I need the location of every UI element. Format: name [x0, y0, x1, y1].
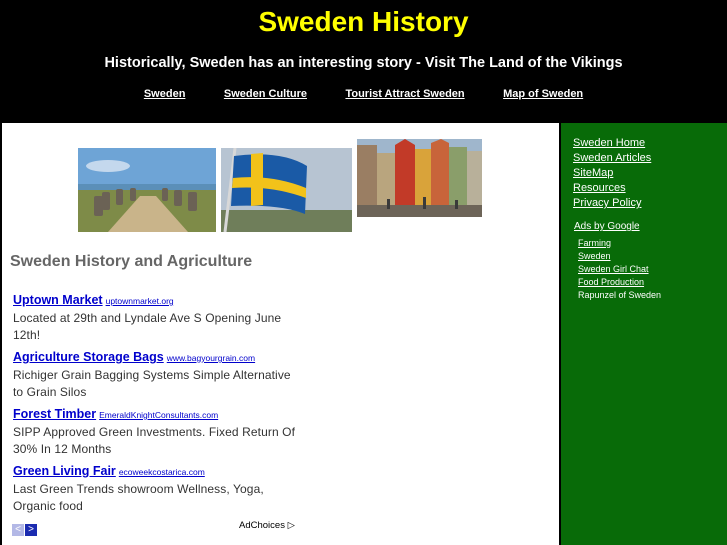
sidebar-ad-link[interactable]: Food Production	[578, 276, 661, 289]
sidebar-ad-list: Farming Sweden Sweden Girl Chat Food Pro…	[578, 237, 661, 302]
sidebar-ad-link[interactable]: Sweden	[578, 250, 661, 263]
ad-description: Located at 29th and Lyndale Ave S Openin…	[13, 311, 282, 342]
nav-link-sweden[interactable]: Sweden	[144, 88, 186, 100]
sidebar-link-sweden-articles[interactable]: Sweden Articles	[573, 151, 651, 166]
site-tagline: Historically, Sweden has an interesting …	[104, 55, 623, 71]
sidebar-ad-link[interactable]: Sweden Girl Chat	[578, 263, 661, 276]
sidebar-ad-link[interactable]: Farming	[578, 237, 661, 250]
ad-url[interactable]: www.bagyourgrain.com	[167, 353, 255, 363]
old-town-square-photo	[357, 139, 482, 217]
sidebar: Sweden Home Sweden Articles SiteMap Reso…	[561, 123, 727, 545]
previous-ad-button[interactable]: <	[12, 524, 24, 536]
next-ad-button[interactable]: >	[25, 524, 37, 536]
sidebar-link-sitemap[interactable]: SiteMap	[573, 166, 651, 181]
top-nav: Sweden Sweden Culture Tourist Attract Sw…	[0, 84, 727, 102]
ad-unit: Agriculture Storage Bags www.bagyourgrain…	[13, 348, 313, 401]
sidebar-ad-text: Rapunzel of Sweden	[578, 290, 662, 300]
site-title: Sweden History	[258, 6, 469, 37]
swedish-flag-photo	[221, 148, 352, 232]
sidebar-link-privacy-policy[interactable]: Privacy Policy	[573, 196, 651, 211]
ad-unit: Green Living Fair ecoweekcostarica.com La…	[13, 462, 313, 515]
ad-description: SIPP Approved Green Investments. Fixed R…	[13, 425, 296, 456]
nav-link-tourist-attract-sweden[interactable]: Tourist Attract Sweden	[345, 88, 464, 100]
ad-unit: Forest Timber EmeraldKnightConsultants.co…	[13, 405, 313, 458]
ad-url[interactable]: uptownmarket.org	[106, 296, 174, 306]
ad-title[interactable]: Forest Timber	[13, 407, 96, 421]
ad-description: Richiger Grain Bagging Systems Simple Al…	[13, 368, 291, 399]
stone-ship-photo	[78, 148, 216, 232]
sidebar-nav: Sweden Home Sweden Articles SiteMap Reso…	[573, 136, 651, 211]
ad-unit: Uptown Market uptownmarket.org Located at…	[13, 291, 313, 344]
adchoices-link[interactable]: AdChoices ▷	[239, 520, 295, 531]
ad-description: Last Green Trends showroom Wellness, Yog…	[13, 482, 264, 513]
ad-title[interactable]: Agriculture Storage Bags	[13, 350, 164, 364]
site-header: Sweden History Historically, Sweden has …	[0, 0, 727, 123]
ad-url[interactable]: EmeraldKnightConsultants.com	[99, 410, 218, 420]
ad-pagination: < >	[12, 519, 38, 537]
nav-link-sweden-culture[interactable]: Sweden Culture	[224, 88, 307, 100]
section-heading: Sweden History and Agriculture	[10, 253, 253, 270]
sidebar-link-resources[interactable]: Resources	[573, 181, 651, 196]
ads-by-google-link[interactable]: Ads by Google	[574, 221, 640, 232]
ad-url[interactable]: ecoweekcostarica.com	[119, 467, 205, 477]
main-content: Sweden History and Agriculture Uptown Ma…	[2, 123, 559, 545]
ad-title[interactable]: Uptown Market	[13, 293, 103, 307]
ad-title[interactable]: Green Living Fair	[13, 464, 116, 478]
nav-link-map-of-sweden[interactable]: Map of Sweden	[503, 88, 583, 100]
sidebar-link-sweden-home[interactable]: Sweden Home	[573, 136, 651, 151]
